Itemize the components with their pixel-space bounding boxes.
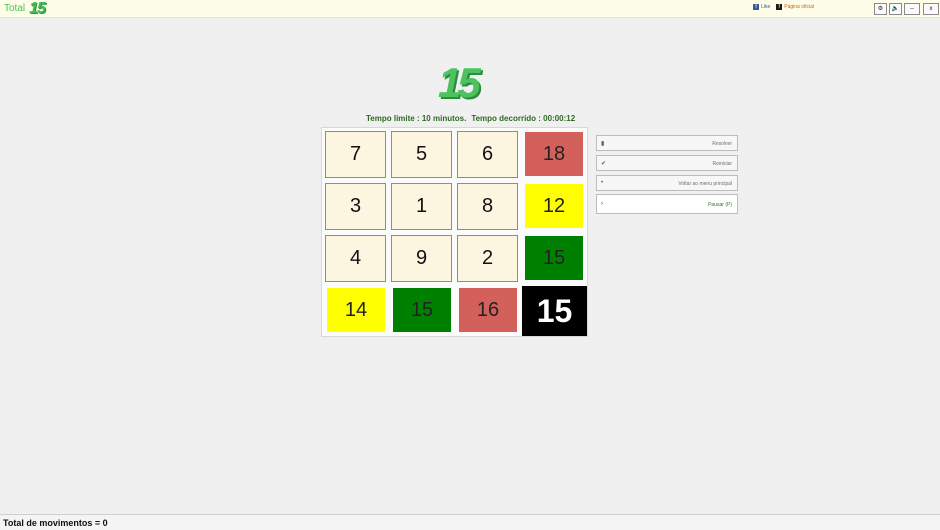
like-link-label: Like: [761, 4, 771, 10]
header-links: f Like f Página oficial: [753, 4, 814, 10]
puzzle-tile[interactable]: 14: [327, 288, 385, 332]
like-link[interactable]: f Like: [753, 4, 770, 10]
restart-label: Reiniciar: [712, 161, 732, 167]
pause-button[interactable]: › Pausar (P): [596, 194, 738, 214]
puzzle-tile[interactable]: 4: [325, 235, 386, 282]
minimize-icon: –: [910, 6, 914, 12]
puzzle-tile[interactable]: 15: [393, 288, 451, 332]
puzzle-tile[interactable]: 12: [525, 184, 583, 228]
puzzle-tile[interactable]: 18: [525, 132, 583, 176]
top-bar: Total 15 f Like f Página oficial ⚙ 🔈 – x: [0, 0, 940, 18]
puzzle-tile[interactable]: 16: [459, 288, 517, 332]
brand: Total 15: [4, 0, 46, 17]
official-page-link[interactable]: f Página oficial: [776, 4, 814, 10]
check-icon: ✔: [601, 161, 607, 167]
facebook-icon: f: [753, 4, 760, 10]
time-limit: Tempo limite : 10 minutos.: [366, 114, 467, 123]
puzzle-tile[interactable]: 1: [391, 183, 452, 230]
sound-icon: 🔈: [891, 6, 900, 12]
close-button[interactable]: x: [923, 3, 939, 15]
official-page-label: Página oficial: [784, 4, 814, 10]
facebook-page-icon: f: [776, 4, 783, 10]
puzzle-tile[interactable]: 8: [457, 183, 518, 230]
elapsed-time: Tempo decorrido : 00:00:12: [471, 114, 576, 123]
moves-counter: Total de movimentos = 0: [3, 518, 108, 528]
dot-icon: •: [601, 180, 604, 186]
close-icon: x: [929, 6, 933, 12]
puzzle-tile[interactable]: 3: [325, 183, 386, 230]
main-menu-button[interactable]: • Voltar ao menu principal: [596, 175, 738, 191]
puzzle-tile[interactable]: 9: [391, 235, 452, 282]
puzzle-tile[interactable]: 6: [457, 131, 518, 178]
restart-button[interactable]: ✔ Reiniciar: [596, 155, 738, 171]
solve-button[interactable]: ▮ Resolver: [596, 135, 738, 151]
settings-icon: ⚙: [877, 6, 884, 12]
settings-button[interactable]: ⚙: [874, 3, 887, 15]
solve-icon: ▮: [601, 141, 605, 147]
minimize-button[interactable]: –: [904, 3, 920, 15]
play-arrow-icon: ›: [601, 201, 603, 207]
puzzle-board: 7 5 6 18 3 1 8 12 4 9 2 15 14 15 16 15: [321, 127, 588, 337]
puzzle-tile[interactable]: 5: [391, 131, 452, 178]
puzzle-tile[interactable]: 15: [525, 236, 583, 280]
brand-text: Total: [4, 3, 26, 14]
sound-button[interactable]: 🔈: [889, 3, 902, 15]
puzzle-tile[interactable]: 2: [457, 235, 518, 282]
puzzle-tile[interactable]: 15: [522, 286, 587, 336]
game-logo: 15: [438, 59, 481, 106]
pause-label: Pausar (P): [708, 202, 732, 208]
puzzle-tile[interactable]: 7: [325, 131, 386, 178]
status-line: Tempo limite : 10 minutos. Tempo decorrid…: [366, 114, 575, 123]
brand-logo: 15: [29, 0, 46, 17]
main-menu-label: Voltar ao menu principal: [678, 181, 732, 187]
solve-label: Resolver: [712, 141, 732, 147]
bottom-bar: Total de movimentos = 0: [0, 514, 940, 530]
